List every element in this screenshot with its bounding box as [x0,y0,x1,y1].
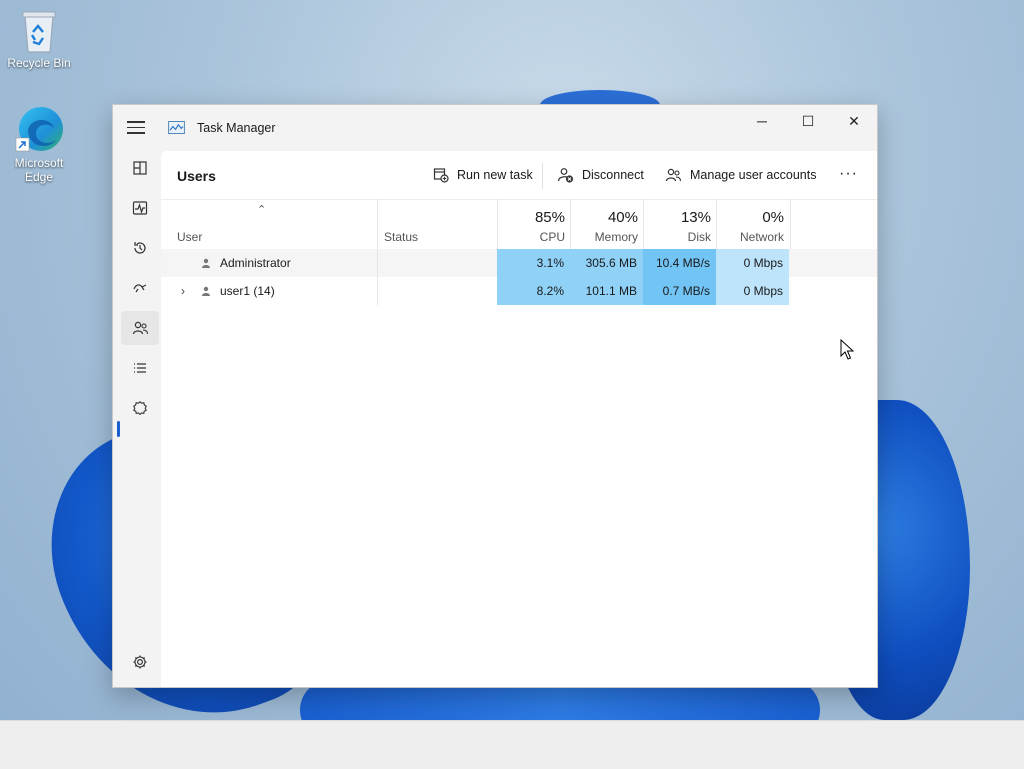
users-page: Users Run new task Disconnect Manage use… [161,151,877,687]
memory-total-percent: 40% [607,209,638,226]
task-manager-window: Task Manager ─ ☐ ✕ Users Run new task Di… [112,104,878,688]
sort-ascending-icon: ⌃ [257,204,267,216]
column-header-memory[interactable]: 40% Memory [570,199,644,249]
nav-item-users[interactable] [121,311,159,345]
startup-icon [133,284,147,293]
user-name: user1 (14) [220,284,275,298]
nav-item-settings[interactable] [121,645,159,679]
disconnect-icon [557,168,574,183]
table-header: ⌃ User Status 85% CPU 40% Memory 13% Dis… [161,199,877,250]
disk-total-percent: 13% [680,209,711,226]
manage-user-accounts-label: Manage user accounts [690,168,817,182]
desktop-icon-edge[interactable]: Microsoft Edge [4,104,74,184]
desktop-icon-recycle-bin[interactable]: Recycle Bin [4,8,74,70]
services-icon [133,401,147,416]
chevron-right-icon[interactable]: › [177,277,189,305]
desktop-icon-label: Recycle Bin [7,56,71,70]
run-new-task-icon [433,168,449,183]
column-header-cpu[interactable]: 85% CPU [497,199,571,249]
cpu-total-percent: 85% [534,209,565,226]
run-new-task-label: Run new task [457,168,533,182]
column-header-user[interactable]: ⌃ User [161,199,377,249]
cpu-cell: 8.2% [497,277,570,305]
desktop-icon-label: Microsoft Edge [14,156,64,184]
network-cell: 0 Mbps [716,277,789,305]
page-title: Users [177,168,216,184]
nav-item-startup-apps[interactable] [121,271,159,305]
performance-icon [132,201,148,215]
cpu-cell: 3.1% [497,249,570,277]
gear-icon [133,655,147,669]
network-cell: 0 Mbps [716,249,789,277]
status-cell [377,249,498,277]
title-bar[interactable]: Task Manager ─ ☐ ✕ [113,105,877,151]
nav-item-processes[interactable] [121,151,159,185]
column-header-disk[interactable]: 13% Disk [643,199,717,249]
task-manager-icon [168,121,185,134]
table-row[interactable]: Administrator 3.1% 305.6 MB 10.4 MB/s 0 … [161,249,877,277]
more-options-button[interactable]: ··· [839,166,858,182]
history-icon [134,242,146,254]
user-cell: Administrator [161,249,377,277]
column-header-network[interactable]: 0% Network [716,199,791,249]
memory-cell: 305.6 MB [570,249,643,277]
maximize-button[interactable]: ☐ [785,105,831,137]
edge-icon [15,107,63,152]
command-bar: Users Run new task Disconnect Manage use… [161,151,877,200]
users-icon [132,321,148,335]
mouse-cursor-icon [840,339,854,360]
user-icon [202,286,210,296]
taskbar [0,720,1024,769]
nav-item-services[interactable] [121,391,159,425]
active-nav-indicator [117,421,120,437]
close-button[interactable]: ✕ [831,105,877,137]
nav-item-details[interactable] [121,351,159,385]
user-name: Administrator [220,256,291,270]
run-new-task-button[interactable]: Run new task [433,165,533,185]
status-cell [377,277,498,305]
hamburger-menu-icon[interactable] [127,121,145,135]
command-separator [542,163,543,189]
recycle-bin-icon [22,11,56,53]
user-icon [202,258,210,268]
details-list-icon [134,363,146,373]
disconnect-button[interactable]: Disconnect [557,165,644,185]
disk-cell: 0.7 MB/s [643,277,716,305]
minimize-button[interactable]: ─ [739,105,785,137]
column-header-status[interactable]: Status [377,199,498,249]
user-cell: › user1 (14) [161,277,377,305]
disconnect-label: Disconnect [582,168,644,182]
nav-item-performance[interactable] [121,191,159,225]
manage-user-accounts-button[interactable]: Manage user accounts [665,165,816,185]
network-total-percent: 0% [762,209,784,226]
manage-accounts-icon [665,168,682,182]
disk-cell: 10.4 MB/s [643,249,716,277]
window-title: Task Manager [197,121,276,135]
processes-icon [133,161,147,175]
nav-item-app-history[interactable] [121,231,159,265]
table-row[interactable]: › user1 (14) 8.2% 101.1 MB 0.7 MB/s 0 Mb… [161,277,877,305]
memory-cell: 101.1 MB [570,277,643,305]
